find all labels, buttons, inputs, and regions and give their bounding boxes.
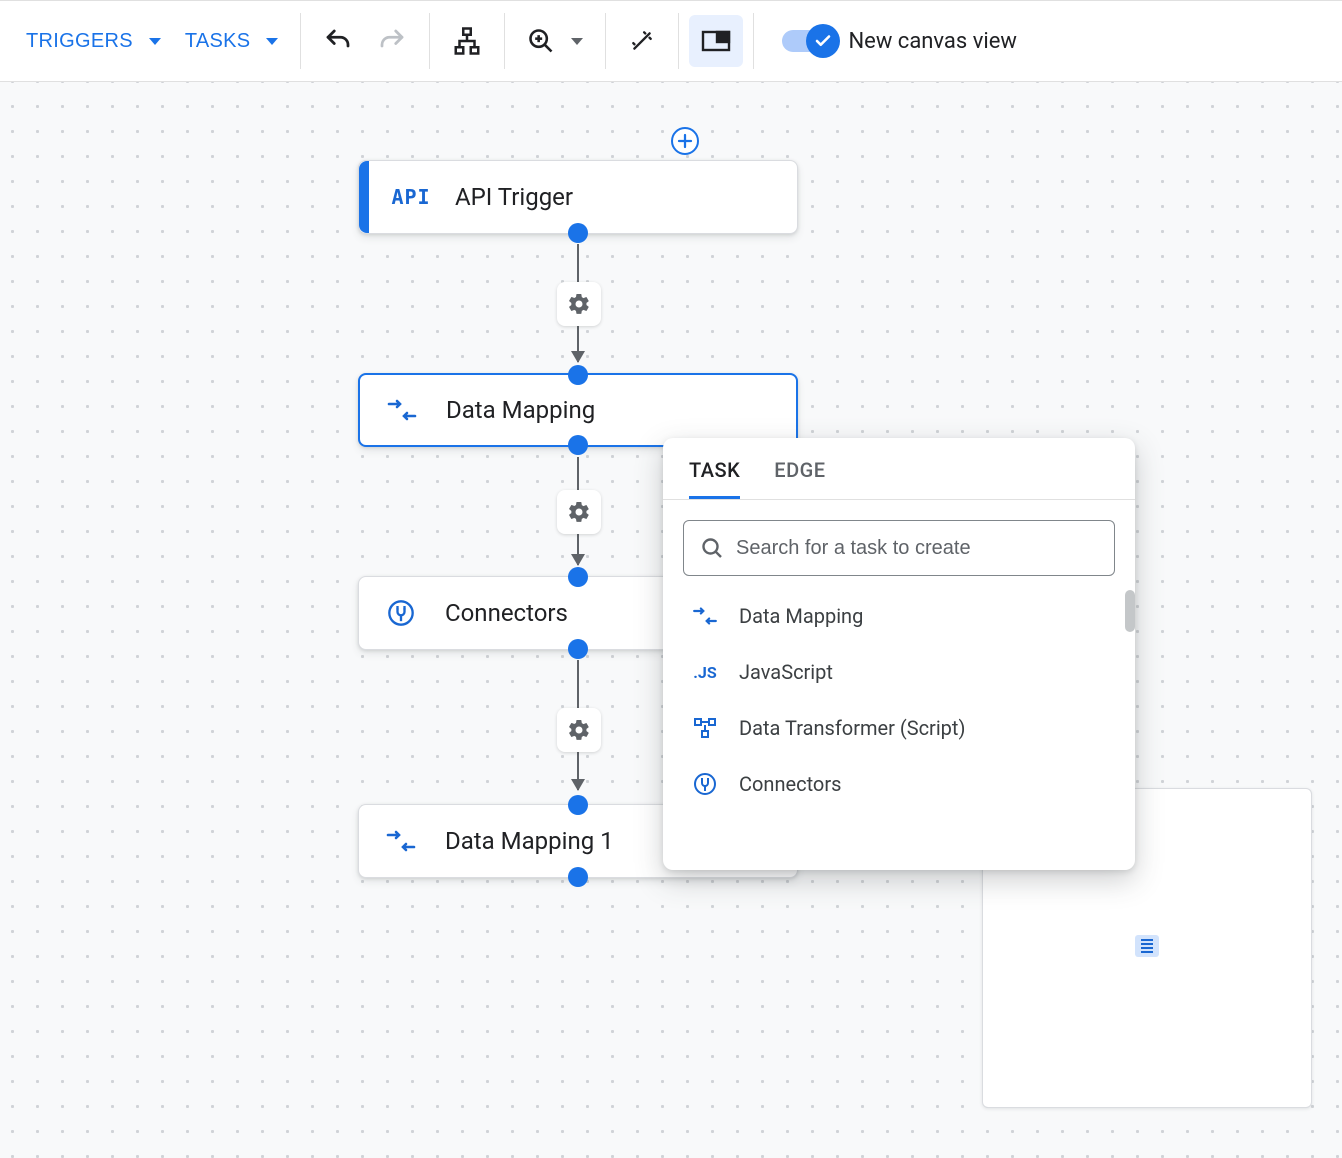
node-api-trigger[interactable]: API API Trigger	[358, 160, 798, 234]
canvas[interactable]: API API Trigger Data Mapping	[0, 82, 1342, 1158]
zoom-in-icon	[527, 27, 555, 55]
layout-button[interactable]	[440, 15, 494, 67]
node-data-mapping[interactable]: Data Mapping	[358, 373, 798, 447]
popup-search-wrap	[663, 500, 1135, 584]
mapping-icon	[384, 392, 420, 428]
tasks-label: TASKS	[185, 30, 251, 53]
toggle-track	[782, 30, 834, 52]
separator	[678, 13, 679, 69]
magic-button[interactable]	[616, 15, 668, 67]
popup-search	[683, 520, 1115, 576]
tab-task[interactable]: TASK	[689, 458, 740, 499]
node-label: Data Mapping	[446, 396, 595, 424]
task-option-label: Data Mapping	[739, 604, 863, 628]
node-label: API Trigger	[455, 183, 573, 211]
node-label: Connectors	[445, 599, 568, 627]
redo-icon	[377, 26, 407, 56]
search-input[interactable]	[736, 537, 1098, 560]
panel-icon	[701, 29, 731, 53]
output-port[interactable]	[568, 867, 588, 887]
check-icon	[814, 32, 832, 50]
node-label: Data Mapping 1	[445, 827, 614, 855]
connector-icon	[691, 770, 719, 798]
tasks-dropdown[interactable]: TASKS	[173, 15, 291, 67]
output-port[interactable]	[568, 639, 588, 659]
task-option-label: Data Transformer (Script)	[739, 716, 965, 740]
edge-config-button[interactable]	[557, 708, 601, 752]
task-option-data-transformer[interactable]: Data Transformer (Script)	[663, 700, 1129, 756]
separator	[504, 13, 505, 69]
transformer-icon	[691, 714, 719, 742]
api-icon: API	[393, 179, 429, 215]
separator	[429, 13, 430, 69]
separator	[753, 13, 754, 69]
input-port[interactable]	[568, 365, 588, 385]
popup-list[interactable]: Data Mapping .JS JavaScript Data Transfo…	[663, 584, 1135, 870]
task-option-label: Connectors	[739, 772, 841, 796]
undo-button[interactable]	[311, 15, 365, 67]
mapping-icon	[691, 602, 719, 630]
minimap-viewport-icon	[1135, 935, 1159, 957]
sitemap-icon	[452, 26, 482, 56]
triggers-label: TRIGGERS	[26, 30, 133, 53]
connector-icon	[383, 595, 419, 631]
toggle-knob	[806, 24, 840, 58]
mapping-icon	[383, 823, 419, 859]
zoom-dropdown[interactable]	[515, 15, 595, 67]
gear-icon	[567, 718, 591, 742]
output-port[interactable]	[568, 223, 588, 243]
separator	[300, 13, 301, 69]
separator	[605, 13, 606, 69]
chevron-down-icon	[149, 38, 161, 45]
toolbar: TRIGGERS TASKS New canvas view	[0, 0, 1342, 82]
gear-icon	[567, 500, 591, 524]
magic-wand-icon	[629, 28, 655, 54]
plus-icon	[676, 132, 694, 150]
tab-edge[interactable]: EDGE	[774, 458, 825, 499]
undo-icon	[323, 26, 353, 56]
gear-icon	[567, 292, 591, 316]
edge-config-button[interactable]	[557, 490, 601, 534]
chevron-down-icon	[571, 38, 583, 45]
popup-tabs: TASK EDGE	[663, 438, 1135, 500]
task-picker-popup: TASK EDGE Data Mapping	[663, 438, 1135, 870]
add-node-button[interactable]	[671, 127, 699, 155]
triggers-dropdown[interactable]: TRIGGERS	[14, 15, 173, 67]
input-port[interactable]	[568, 567, 588, 587]
js-icon: .JS	[691, 658, 719, 686]
task-option-javascript[interactable]: .JS JavaScript	[663, 644, 1129, 700]
output-port[interactable]	[568, 435, 588, 455]
input-port[interactable]	[568, 795, 588, 815]
edge-config-button[interactable]	[557, 282, 601, 326]
new-canvas-toggle[interactable]: New canvas view	[782, 29, 1016, 54]
task-option-connectors[interactable]: Connectors	[663, 756, 1129, 812]
scrollbar-thumb[interactable]	[1125, 590, 1135, 632]
panel-toggle-button[interactable]	[689, 15, 743, 67]
task-option-data-mapping[interactable]: Data Mapping	[663, 588, 1129, 644]
chevron-down-icon	[266, 38, 278, 45]
flow: API API Trigger Data Mapping	[0, 82, 1342, 1158]
search-icon	[700, 536, 724, 560]
task-option-label: JavaScript	[739, 660, 833, 684]
new-canvas-label: New canvas view	[848, 29, 1016, 54]
redo-button[interactable]	[365, 15, 419, 67]
api-icon-text: API	[391, 185, 430, 209]
